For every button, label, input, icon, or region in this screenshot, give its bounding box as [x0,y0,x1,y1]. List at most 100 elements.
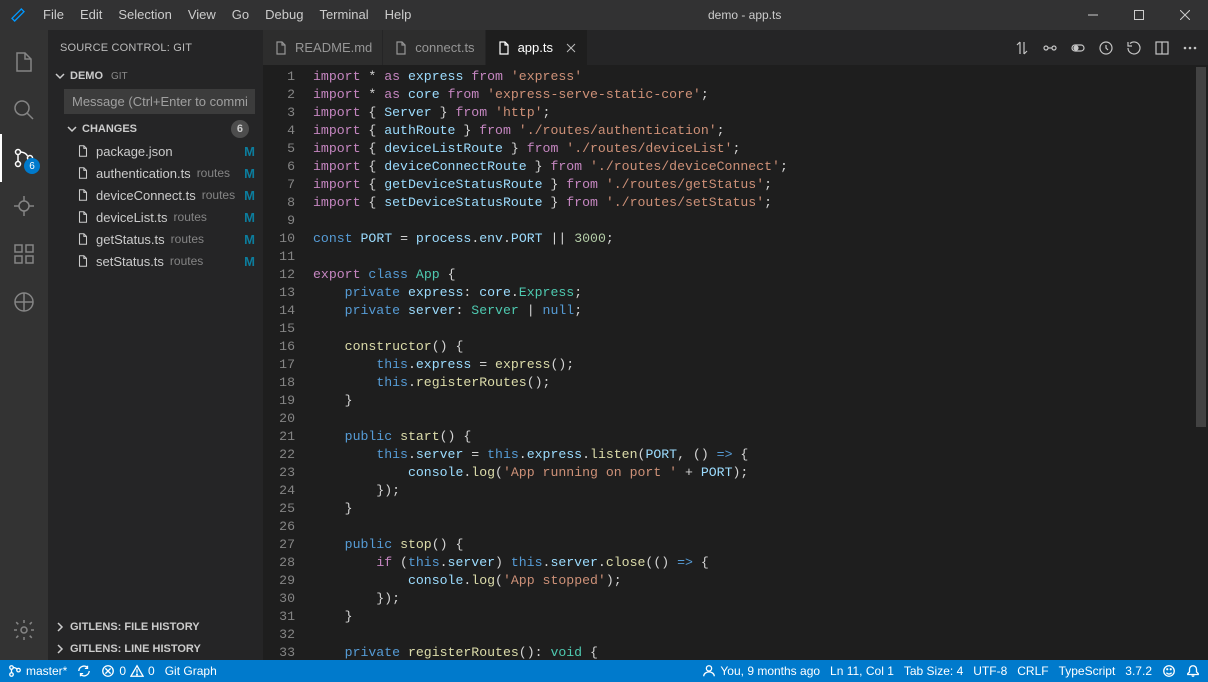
commit-message-input[interactable] [64,89,255,114]
file-name: authentication.ts [96,166,191,181]
search-icon[interactable] [0,86,48,134]
file-name: setStatus.ts [96,254,164,269]
file-icon [76,144,90,158]
file-icon [76,166,90,180]
file-icon [273,40,289,56]
warning-icon [130,664,144,678]
status-ts-version[interactable]: 3.7.2 [1125,664,1152,678]
changed-file[interactable]: deviceConnect.tsroutesM [48,184,263,206]
changes-section-header[interactable]: CHANGES 6 [48,118,263,140]
status-cursor-position[interactable]: Ln 11, Col 1 [830,664,894,678]
status-sync[interactable] [77,664,91,678]
menu-view[interactable]: View [180,0,224,30]
menu-selection[interactable]: Selection [110,0,179,30]
git-branch-icon [8,664,22,678]
repo-section-header[interactable]: DEMO GIT [48,65,263,87]
changed-file[interactable]: package.jsonM [48,140,263,162]
status-problems[interactable]: 0 0 [101,664,154,678]
menu-edit[interactable]: Edit [72,0,110,30]
tab-bar: README.md connect.ts app.ts [263,30,1208,65]
tab-app-ts[interactable]: app.ts [486,30,588,65]
gitlens-file-history-header[interactable]: GITLENS: FILE HISTORY [48,616,263,638]
branch-name: master* [26,664,67,678]
status-eol[interactable]: CRLF [1017,664,1048,678]
file-name: getStatus.ts [96,232,165,247]
status-language[interactable]: TypeScript [1059,664,1116,678]
status-blame[interactable]: You, 9 months ago [702,664,820,678]
maximize-button[interactable] [1116,0,1162,30]
vertical-scrollbar[interactable] [1194,65,1208,660]
changes-count-badge: 6 [231,120,249,138]
debug-icon[interactable] [0,182,48,230]
person-icon [702,664,716,678]
toggle-icon[interactable] [1070,40,1086,56]
file-dir: routes [174,210,207,224]
status-encoding[interactable]: UTF-8 [973,664,1007,678]
status-tabsize[interactable]: Tab Size: 4 [904,664,963,678]
title-bar: FileEditSelectionViewGoDebugTerminalHelp… [0,0,1208,30]
status-feedback[interactable] [1162,664,1176,678]
changed-file[interactable]: authentication.tsroutesM [48,162,263,184]
gitlens-line-history-header[interactable]: GITLENS: LINE HISTORY [48,638,263,660]
chevron-right-icon [54,643,66,655]
warning-count: 0 [148,664,155,678]
explorer-icon[interactable] [0,38,48,86]
editor-actions [1004,30,1208,65]
error-count: 0 [119,664,126,678]
bell-icon [1186,664,1200,678]
status-branch[interactable]: master* [8,664,67,678]
menu-help[interactable]: Help [377,0,420,30]
tab-connect-ts[interactable]: connect.ts [383,30,485,65]
file-icon [76,254,90,268]
changed-file[interactable]: setStatus.ts routes M [48,250,263,272]
open-changes-icon[interactable] [1042,40,1058,56]
menu-file[interactable]: File [35,0,72,30]
repo-name: DEMO [70,70,103,82]
code-content[interactable]: import * as express from 'express'import… [313,65,1208,660]
changed-file[interactable]: getStatus.tsroutesM [48,228,263,250]
menu-debug[interactable]: Debug [257,0,311,30]
status-notifications[interactable] [1186,664,1200,678]
menu-terminal[interactable]: Terminal [311,0,376,30]
close-button[interactable] [1162,0,1208,30]
source-control-icon[interactable]: 6 [0,134,48,182]
chevron-down-icon [54,70,66,82]
tab-label: README.md [295,40,372,55]
close-tab-icon[interactable] [565,42,577,54]
scrollbar-thumb[interactable] [1196,67,1206,427]
file-status: M [238,210,255,225]
menu-go[interactable]: Go [224,0,257,30]
file-name: deviceList.ts [96,210,168,225]
sidebar: SOURCE CONTROL: GIT DEMO GIT CHANGES 6 p… [48,30,263,660]
history-icon[interactable] [1126,40,1142,56]
split-editor-icon[interactable] [1154,40,1170,56]
minimize-button[interactable] [1070,0,1116,30]
file-dir: routes [202,188,235,202]
revision-icon[interactable] [1098,40,1114,56]
editor-body[interactable]: 1234567891011121314151617181920212223242… [263,65,1208,660]
changed-file[interactable]: deviceList.ts routes M [48,206,263,228]
tab-README-md[interactable]: README.md [263,30,383,65]
file-icon [496,40,512,56]
settings-gear-icon[interactable] [0,606,48,654]
editor-area: README.md connect.ts app.ts 12345678910111… [263,30,1208,660]
error-icon [101,664,115,678]
chevron-down-icon [66,123,78,135]
file-icon [76,232,90,246]
file-dir: routes [170,254,203,268]
vscode-logo-icon [0,7,35,23]
compare-changes-icon[interactable] [1014,40,1030,56]
file-icon [76,188,90,202]
liveshare-icon[interactable] [0,278,48,326]
file-dir: routes [171,232,204,246]
file-status: M [238,166,255,181]
status-gitgraph[interactable]: Git Graph [165,664,217,678]
repo-type: GIT [111,71,128,82]
activity-bar: 6 [0,30,48,660]
extensions-icon[interactable] [0,230,48,278]
file-status: M [238,144,255,159]
tab-label: app.ts [518,40,553,55]
more-actions-icon[interactable] [1182,40,1198,56]
file-status: M [238,254,255,269]
status-bar: master* 0 0 Git Graph You, 9 months ago … [0,660,1208,682]
